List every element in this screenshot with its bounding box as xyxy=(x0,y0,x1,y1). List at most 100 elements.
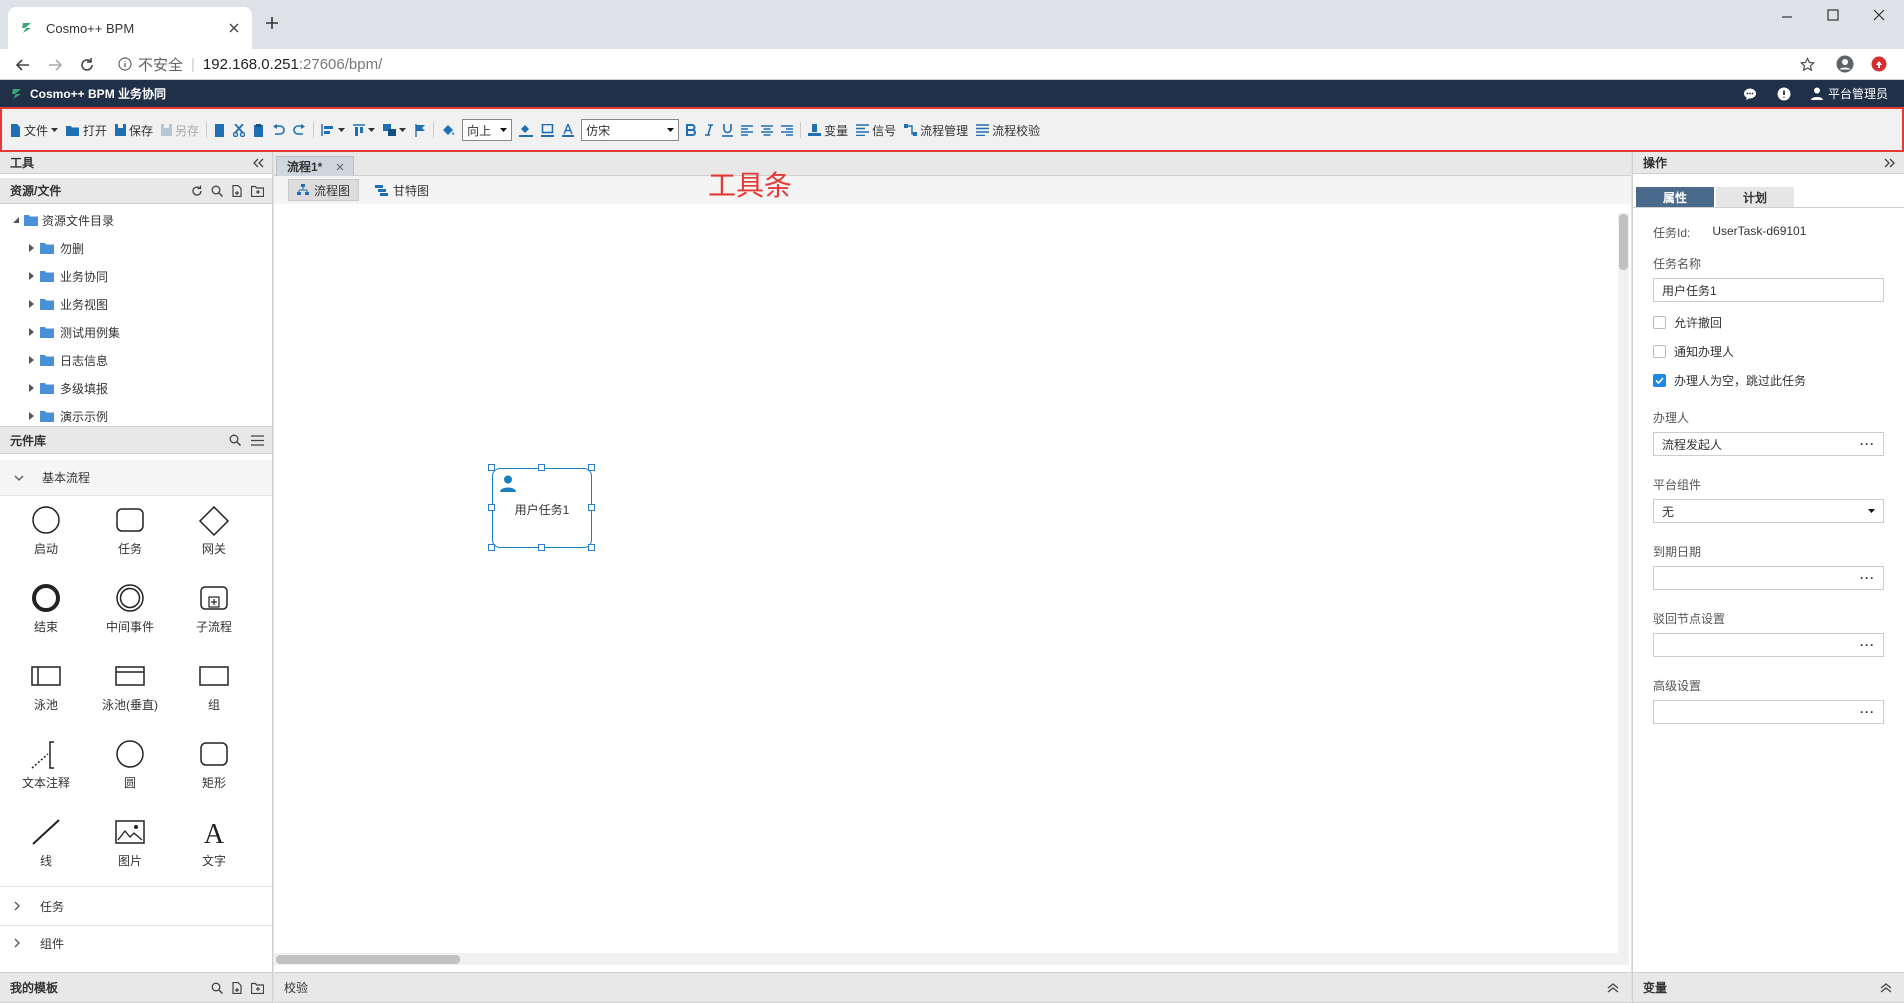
new-tab-icon[interactable] xyxy=(264,15,280,31)
copy-button[interactable] xyxy=(210,118,229,142)
more-icon[interactable]: ··· xyxy=(1860,705,1875,719)
new-file-icon[interactable] xyxy=(231,981,243,994)
component-start-event[interactable]: 启动 xyxy=(4,496,88,574)
expand-up-icon[interactable] xyxy=(1880,982,1892,993)
alert-icon[interactable] xyxy=(1777,87,1791,101)
process-check-button[interactable]: 流程校验 xyxy=(972,118,1044,142)
search-icon[interactable] xyxy=(229,434,241,446)
background-color-button[interactable] xyxy=(515,118,537,142)
star-icon[interactable] xyxy=(1800,57,1815,72)
tab-plan[interactable]: 计划 xyxy=(1716,187,1794,207)
cut-button[interactable] xyxy=(229,118,249,142)
chat-icon[interactable] xyxy=(1743,87,1757,101)
extension-icon[interactable] xyxy=(1871,56,1887,72)
signal-button[interactable]: 信号 xyxy=(852,118,900,142)
new-folder-icon[interactable] xyxy=(251,185,264,197)
font-color-button[interactable] xyxy=(558,118,578,142)
resize-handle[interactable] xyxy=(538,544,545,551)
user-menu[interactable]: 平台管理员 xyxy=(1810,85,1888,102)
checkbox-box[interactable] xyxy=(1653,345,1666,358)
search-icon[interactable] xyxy=(211,185,223,197)
component-line[interactable]: 线 xyxy=(4,808,88,886)
skip-empty-checkbox[interactable]: 办理人为空，跳过此任务 xyxy=(1653,372,1884,389)
component-vertical-pool[interactable]: 泳池(垂直) xyxy=(88,652,172,730)
tree-item[interactable]: 日志信息 xyxy=(0,346,272,374)
handler-input[interactable]: 流程发起人 ··· xyxy=(1653,432,1884,456)
underline-button[interactable] xyxy=(718,118,737,142)
browser-tab[interactable]: Cosmo++ BPM xyxy=(8,7,252,49)
component-text-annotation[interactable]: 文本注释 xyxy=(4,730,88,808)
border-color-button[interactable] xyxy=(537,118,558,142)
minimize-icon[interactable] xyxy=(1780,10,1794,24)
variable-button[interactable]: 变量 xyxy=(804,118,852,142)
tree-root[interactable]: 资源文件目录 xyxy=(0,206,272,234)
paste-button[interactable] xyxy=(249,118,268,142)
redo-button[interactable] xyxy=(289,118,310,142)
vertical-align-menu-button[interactable] xyxy=(349,118,379,142)
open-button[interactable]: 打开 xyxy=(62,118,111,142)
collapse-left-icon[interactable] xyxy=(252,158,264,168)
notify-handler-checkbox[interactable]: 通知办理人 xyxy=(1653,343,1884,360)
resize-handle[interactable] xyxy=(588,544,595,551)
file-menu-button[interactable]: 文件 xyxy=(6,118,62,142)
flow-view-button[interactable]: 流程图 xyxy=(288,179,360,201)
profile-icon[interactable] xyxy=(1836,55,1854,73)
allow-withdraw-checkbox[interactable]: 允许撤回 xyxy=(1653,314,1884,331)
component-intermediate-event[interactable]: 中间事件 xyxy=(88,574,172,652)
user-task-node[interactable]: 用户任务1 xyxy=(492,468,592,548)
component-group-header[interactable]: 组件 xyxy=(0,926,272,960)
component-circle[interactable]: 圆 xyxy=(88,730,172,808)
due-date-input[interactable]: ··· xyxy=(1653,566,1884,590)
platform-select[interactable]: 无 xyxy=(1653,499,1884,523)
bold-button[interactable] xyxy=(682,118,700,142)
resize-handle[interactable] xyxy=(488,464,495,471)
close-tab-icon[interactable] xyxy=(336,163,344,171)
task-name-input[interactable]: 用户任务1 xyxy=(1653,278,1884,302)
collapse-right-icon[interactable] xyxy=(1884,158,1896,168)
tree-item[interactable]: 业务视图 xyxy=(0,290,272,318)
forward-button[interactable] xyxy=(40,49,70,80)
component-task[interactable]: 任务 xyxy=(88,496,172,574)
back-button[interactable] xyxy=(8,49,38,80)
search-icon[interactable] xyxy=(211,982,223,994)
component-gateway[interactable]: 网关 xyxy=(172,496,256,574)
tree-item[interactable]: 勿删 xyxy=(0,234,272,262)
component-end-event[interactable]: 结束 xyxy=(4,574,88,652)
new-folder-icon[interactable] xyxy=(251,982,264,994)
text-align-right-button[interactable] xyxy=(777,118,797,142)
list-menu-icon[interactable] xyxy=(251,434,264,446)
basic-group-header[interactable]: 基本流程 xyxy=(0,460,272,496)
tree-item[interactable]: 演示示例 xyxy=(0,402,272,426)
gantt-view-button[interactable]: 甘特图 xyxy=(367,179,437,201)
save-button[interactable]: 保存 xyxy=(111,118,157,142)
checkbox-box[interactable] xyxy=(1653,316,1666,329)
component-rectangle[interactable]: 矩形 xyxy=(172,730,256,808)
resize-handle[interactable] xyxy=(588,464,595,471)
resize-handle[interactable] xyxy=(488,504,495,511)
tree-item[interactable]: 多级填报 xyxy=(0,374,272,402)
resize-handle[interactable] xyxy=(588,504,595,511)
reload-button[interactable] xyxy=(72,49,102,80)
component-image[interactable]: 图片 xyxy=(88,808,172,886)
vertical-scrollbar[interactable] xyxy=(1618,213,1629,965)
more-icon[interactable]: ··· xyxy=(1860,437,1875,451)
arrange-menu-button[interactable] xyxy=(379,118,410,142)
fill-color-button[interactable] xyxy=(437,118,459,142)
checkbox-box-checked[interactable] xyxy=(1653,374,1666,387)
new-file-icon[interactable] xyxy=(231,184,243,197)
doc-tab-process1[interactable]: 流程1* xyxy=(276,156,354,176)
italic-button[interactable] xyxy=(700,118,718,142)
url-field[interactable]: 不安全 | 192.168.0.251 :27606/bpm/ xyxy=(118,53,382,75)
advanced-input[interactable]: ··· xyxy=(1653,700,1884,724)
maximize-icon[interactable] xyxy=(1826,8,1840,22)
text-align-center-button[interactable] xyxy=(757,118,777,142)
component-pool[interactable]: 泳池 xyxy=(4,652,88,730)
horizontal-scrollbar-thumb[interactable] xyxy=(276,955,460,964)
horizontal-scrollbar[interactable] xyxy=(274,953,1618,965)
expand-up-icon[interactable] xyxy=(1607,982,1619,993)
component-group[interactable]: 组 xyxy=(172,652,256,730)
close-window-icon[interactable] xyxy=(1872,8,1886,22)
align-menu-button[interactable] xyxy=(317,118,349,142)
text-align-left-button[interactable] xyxy=(737,118,757,142)
resize-handle[interactable] xyxy=(538,464,545,471)
